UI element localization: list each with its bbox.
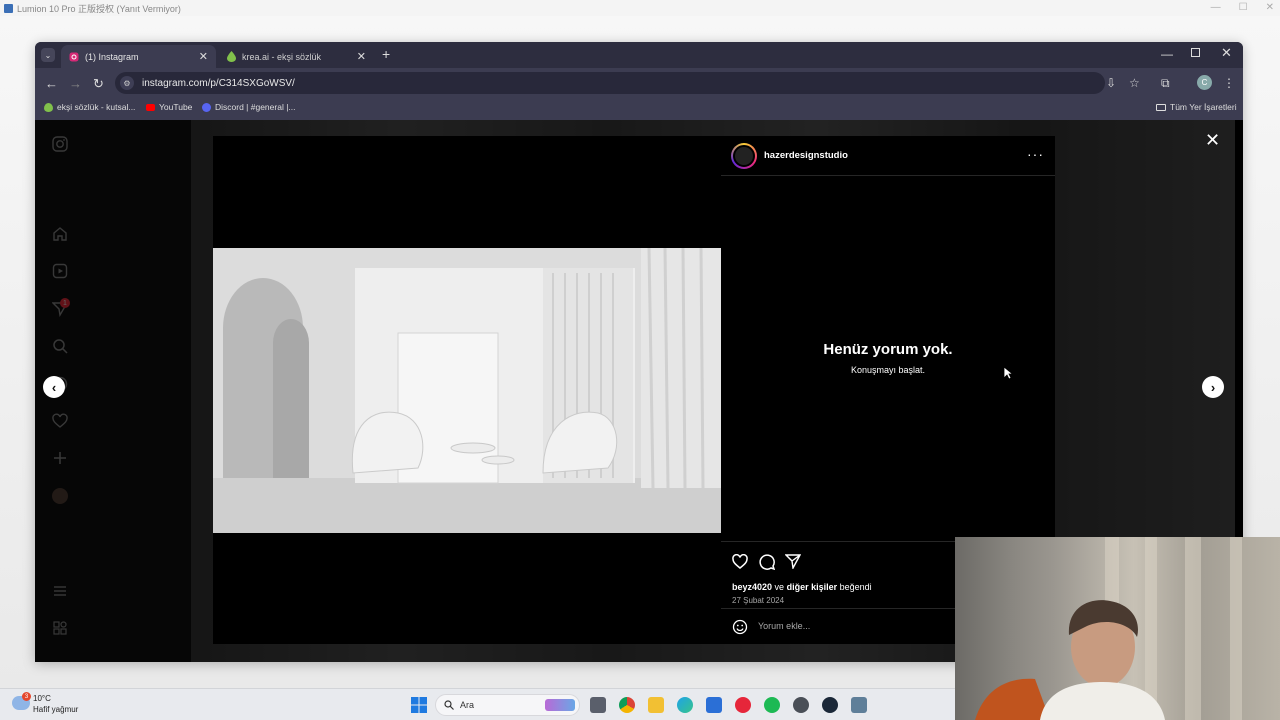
windows-taskbar: 3 10°C Hafif yağmur Ara (0, 688, 955, 720)
browser-toolbar: ← → ↻ ⚙ instagram.com/p/C314SXGoWSV/ ⇩ ☆… (35, 68, 1243, 98)
empty-comments-title: Henüz yorum yok. (823, 341, 953, 358)
comment-input[interactable]: Yorum ekle... (758, 621, 810, 631)
mail-icon[interactable] (706, 697, 722, 713)
browser-menu-icon[interactable]: ⋮ (1223, 76, 1235, 90)
profile-avatar[interactable]: C (1197, 75, 1212, 90)
app-close-icon[interactable]: ✕ (1266, 2, 1274, 13)
next-post-button[interactable]: › (1202, 376, 1224, 398)
maximize-icon[interactable] (1191, 48, 1200, 57)
author-avatar[interactable] (731, 143, 757, 169)
bookmark-label: YouTube (159, 102, 193, 112)
bookmark-label: Discord | #general |... (215, 102, 296, 112)
likes-summary: beyz4020 ve diğer kişiler beğendi (732, 582, 872, 592)
reload-icon[interactable]: ↻ (93, 76, 104, 92)
liked-by-user[interactable]: beyz4020 (732, 582, 772, 592)
chrome-taskbar-icon[interactable] (619, 697, 635, 713)
close-window-icon[interactable]: ✕ (1221, 45, 1232, 61)
app-window-controls: — ☐ ✕ (1211, 2, 1274, 13)
edge-icon[interactable] (677, 697, 693, 713)
tab-krea[interactable]: krea.ai - ekşi sözlük ✕ (219, 45, 374, 68)
address-bar[interactable]: ⚙ instagram.com/p/C314SXGoWSV/ (115, 72, 1105, 94)
tab-instagram[interactable]: (1) Instagram ✕ (61, 45, 216, 68)
tab-label: (1) Instagram (85, 51, 139, 62)
liked-suffix: beğendi (839, 582, 872, 592)
bookmark-eksi[interactable]: ekşi sözlük - kutsal... (44, 102, 135, 112)
search-icon (444, 700, 454, 710)
emoji-icon[interactable] (732, 619, 748, 635)
task-view-icon[interactable] (590, 697, 606, 713)
lumion-taskbar-icon[interactable] (851, 697, 867, 713)
app-title: Lumion 10 Pro 正版授权 (Yanıt Vermiyor) (17, 3, 181, 14)
interior-render-image (213, 248, 721, 533)
file-explorer-icon[interactable] (648, 697, 664, 713)
opera-icon[interactable] (735, 697, 751, 713)
more-options-icon[interactable]: ··· (1027, 146, 1044, 162)
folder-icon (1156, 103, 1166, 111)
tab-close-icon[interactable]: ✕ (357, 50, 366, 63)
liked-by-others[interactable]: diğer kişiler (787, 582, 838, 592)
tab-strip: ⌄ (1) Instagram ✕ krea.ai - ekşi sözlük … (35, 42, 1243, 68)
bookmark-discord[interactable]: Discord | #general |... (202, 102, 295, 112)
post-date: 27 Şubat 2024 (732, 596, 785, 605)
tab-search-button[interactable]: ⌄ (41, 48, 55, 62)
mouse-cursor-icon (1003, 366, 1013, 380)
post-media (213, 136, 721, 644)
bookmarks-bar: ekşi sözlük - kutsal... YouTube Discord … (35, 98, 1243, 120)
like-heart-icon[interactable] (732, 554, 748, 569)
bookmark-label: ekşi sözlük - kutsal... (57, 102, 136, 112)
eksi-favicon-icon (227, 51, 236, 62)
lumion-app-icon (4, 3, 13, 13)
eksi-leaf-icon (44, 102, 53, 112)
instagram-favicon-icon (69, 52, 79, 61)
install-app-icon[interactable]: ⇩ (1106, 76, 1116, 90)
tab-close-icon[interactable]: ✕ (199, 50, 208, 63)
post-image[interactable] (213, 248, 721, 533)
liked-by-connector: ve (774, 582, 785, 592)
app-maximize-icon[interactable]: ☐ (1239, 2, 1248, 13)
app-titlebar: Lumion 10 Pro 正版授权 (Yanıt Vermiyor) (0, 0, 1280, 16)
webcam-feed-image (975, 537, 1242, 720)
minimize-icon[interactable]: — (1161, 47, 1173, 61)
back-icon[interactable]: ← (45, 76, 58, 91)
extensions-icon[interactable]: ⧉ (1161, 76, 1170, 91)
url-text: instagram.com/p/C314SXGoWSV/ (142, 77, 295, 89)
weather-description[interactable]: Hafif yağmur (33, 705, 78, 714)
site-info-icon[interactable]: ⚙ (120, 76, 134, 90)
share-send-icon[interactable] (785, 554, 801, 569)
tab-label: krea.ai - ekşi sözlük (242, 51, 322, 62)
taskbar-search-label: Ara (460, 700, 475, 710)
previous-post-button[interactable]: ‹ (43, 376, 65, 398)
webcam-overlay (955, 537, 1280, 720)
author-username[interactable]: hazerdesignstudio (764, 150, 848, 161)
windows-start-icon[interactable] (411, 697, 427, 713)
search-highlight-icon (545, 699, 575, 711)
new-tab-icon[interactable]: + (382, 46, 390, 62)
github-desktop-icon[interactable] (793, 697, 809, 713)
discord-icon (202, 102, 211, 112)
steam-icon[interactable] (822, 697, 838, 713)
comment-bubble-icon[interactable] (759, 554, 775, 570)
bookmark-star-icon[interactable]: ☆ (1129, 76, 1140, 90)
close-modal-icon[interactable]: ✕ (1205, 130, 1220, 151)
post-header: hazerdesignstudio ··· (721, 136, 1055, 176)
app-minimize-icon[interactable]: — (1211, 2, 1221, 13)
forward-icon[interactable]: → (69, 76, 82, 91)
all-bookmarks-label: Tüm Yer İşaretleri (1170, 102, 1237, 112)
spotify-icon[interactable] (764, 697, 780, 713)
weather-temperature[interactable]: 10°C (33, 694, 51, 703)
taskbar-search[interactable]: Ara (435, 694, 580, 716)
bookmark-youtube[interactable]: YouTube (146, 102, 192, 112)
all-bookmarks[interactable]: Tüm Yer İşaretleri (1156, 102, 1237, 112)
youtube-icon (146, 103, 155, 111)
weather-badge: 3 (22, 692, 31, 701)
